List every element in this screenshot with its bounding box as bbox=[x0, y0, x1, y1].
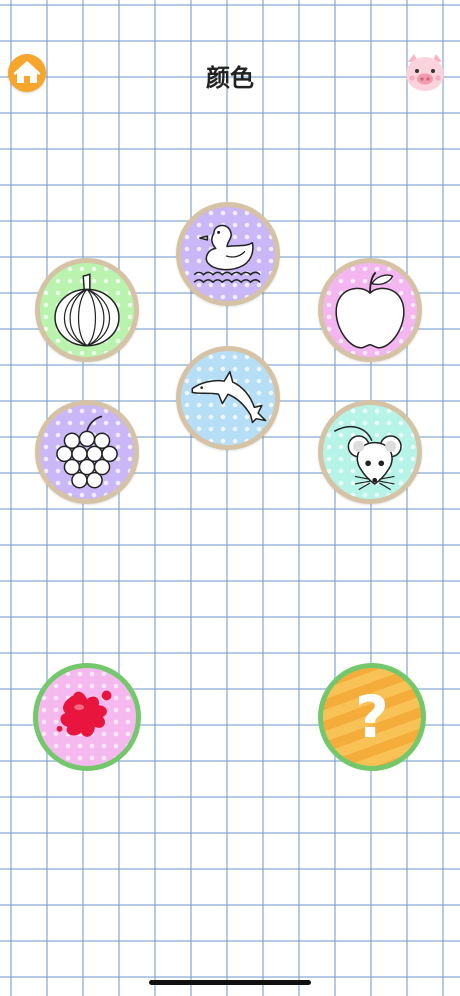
help-button[interactable]: ? bbox=[318, 663, 426, 771]
profile-button[interactable] bbox=[402, 52, 448, 94]
question-mark-label: ? bbox=[355, 683, 389, 751]
drawing-mouse[interactable] bbox=[318, 400, 422, 504]
pig-face-icon bbox=[406, 54, 444, 91]
page-title: 颜色 bbox=[206, 64, 254, 92]
drawing-duck[interactable] bbox=[176, 202, 280, 306]
paint-button[interactable] bbox=[33, 663, 141, 771]
duck-outline-icon bbox=[193, 224, 261, 284]
pumpkin-outline-icon bbox=[54, 273, 120, 347]
apple-outline-icon bbox=[335, 271, 405, 349]
drawing-apple[interactable] bbox=[318, 258, 422, 362]
home-button[interactable] bbox=[8, 54, 46, 92]
home-indicator bbox=[149, 980, 311, 985]
mouse-outline-icon bbox=[333, 425, 402, 491]
grapes-outline-icon bbox=[56, 415, 118, 489]
paint-splash-icon bbox=[56, 690, 112, 737]
dolphin-outline-icon bbox=[191, 370, 267, 424]
home-icon bbox=[13, 61, 41, 83]
drawing-grapes[interactable] bbox=[35, 400, 139, 504]
drawing-pumpkin[interactable] bbox=[35, 258, 139, 362]
drawing-dolphin[interactable] bbox=[176, 346, 280, 450]
